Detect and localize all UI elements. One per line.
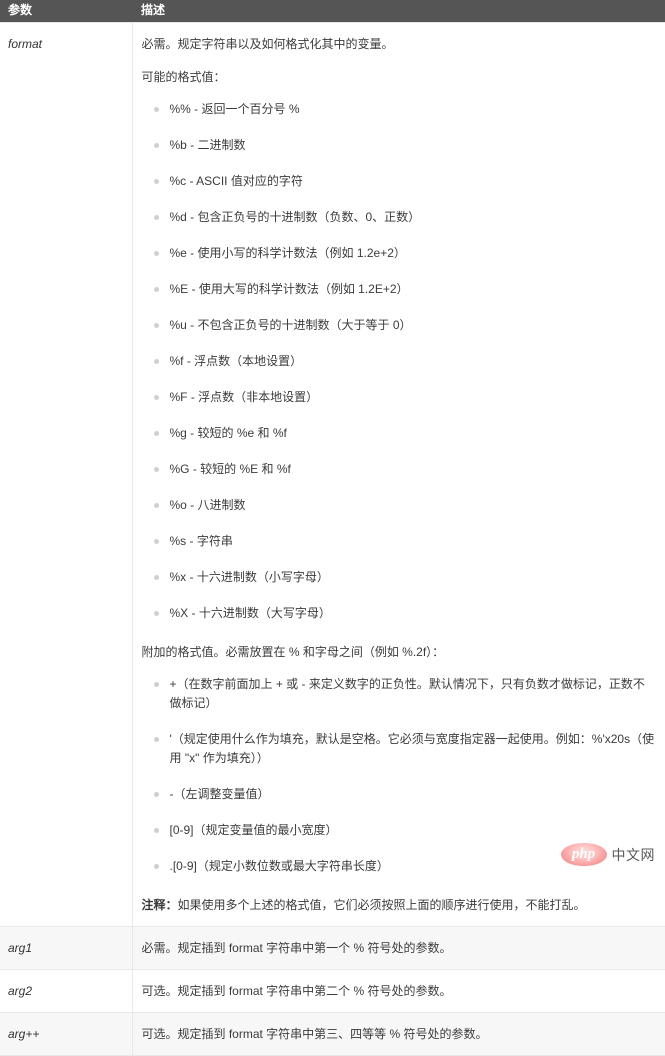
list-item: +（在数字前面加上 + 或 - 来定义数字的正负性。默认情况下，只有负数才做标记… (142, 675, 657, 713)
table-row: arg++ 可选。规定插到 format 字符串中第三、四等等 % 符号处的参数… (0, 1012, 665, 1056)
column-header-parameter: 参数 (0, 0, 132, 23)
list-item: %g - 较短的 %e 和 %f (142, 424, 657, 443)
list-item: %% - 返回一个百分号 % (142, 100, 657, 119)
table-body: format 必需。规定字符串以及如何格式化其中的变量。 可能的格式值： %% … (0, 22, 665, 1056)
extra-format-values-list: +（在数字前面加上 + 或 - 来定义数字的正负性。默认情况下，只有负数才做标记… (142, 675, 657, 876)
list-item: %d - 包含正负号的十进制数（负数、0、正数） (142, 208, 657, 227)
list-item: %b - 二进制数 (142, 136, 657, 155)
format-note: 注释：如果使用多个上述的格式值，它们必须按照上面的顺序进行使用，不能打乱。 (142, 895, 657, 915)
note-text: 如果使用多个上述的格式值，它们必须按照上面的顺序进行使用，不能打乱。 (177, 898, 586, 912)
list-item: %u - 不包含正负号的十进制数（大于等于 0） (142, 316, 657, 335)
description-argpp: 可选。规定插到 format 字符串中第三、四等等 % 符号处的参数。 (132, 1012, 665, 1056)
list-item: %o - 八进制数 (142, 496, 657, 515)
list-item: %s - 字符串 (142, 532, 657, 551)
parameter-name-arg2: arg2 (0, 969, 133, 1013)
format-values-list: %% - 返回一个百分号 % %b - 二进制数 %c - ASCII 值对应的… (142, 100, 657, 623)
list-item: %c - ASCII 值对应的字符 (142, 172, 657, 191)
list-item: %F - 浮点数（非本地设置） (142, 388, 657, 407)
list-item: %x - 十六进制数（小写字母） (142, 568, 657, 587)
list-item: [0-9]（规定变量值的最小宽度） (142, 821, 657, 840)
table-header-row: 参数 描述 (0, 0, 665, 23)
format-intro-line-2: 可能的格式值： (141, 70, 226, 84)
table-header: 参数 描述 (0, 0, 665, 23)
description-arg1: 必需。规定插到 format 字符串中第一个 % 符号处的参数。 (132, 926, 665, 970)
format-intro-line-1: 必需。规定字符串以及如何格式化其中的变量。 (141, 37, 394, 51)
list-item: %f - 浮点数（本地设置） (142, 352, 657, 371)
column-header-description: 描述 (132, 0, 665, 23)
list-item: %X - 十六进制数（大写字母） (142, 604, 657, 623)
list-item: %E - 使用大写的科学计数法（例如 1.2E+2） (142, 280, 657, 299)
parameter-name-arg1: arg1 (0, 926, 133, 970)
list-item: %G - 较短的 %E 和 %f (142, 460, 657, 479)
list-item: '（规定使用什么作为填充，默认是空格。它必须与宽度指定器一起使用。例如：%'x2… (142, 730, 657, 768)
list-item: .[0-9]（规定小数位数或最大字符串长度） (142, 857, 657, 876)
table-row: arg2 可选。规定插到 format 字符串中第二个 % 符号处的参数。 (0, 969, 665, 1013)
list-item: -（左调整变量值） (142, 785, 657, 804)
list-item: %e - 使用小写的科学计数法（例如 1.2e+2） (142, 244, 657, 263)
table-row: arg1 必需。规定插到 format 字符串中第一个 % 符号处的参数。 (0, 926, 665, 970)
note-label: 注释： (141, 898, 178, 912)
table-row: format 必需。规定字符串以及如何格式化其中的变量。 可能的格式值： %% … (0, 22, 665, 927)
parameter-name-format: format (0, 22, 133, 927)
extra-format-intro: 附加的格式值。必需放置在 % 和字母之间（例如 %.2f）： (141, 645, 445, 659)
parameter-name-argpp: arg++ (0, 1012, 133, 1056)
parameters-table: 参数 描述 format 必需。规定字符串以及如何格式化其中的变量。 可能的格式… (0, 0, 665, 1056)
description-arg2: 可选。规定插到 format 字符串中第二个 % 符号处的参数。 (132, 969, 665, 1013)
description-format: 必需。规定字符串以及如何格式化其中的变量。 可能的格式值： %% - 返回一个百… (132, 22, 665, 927)
